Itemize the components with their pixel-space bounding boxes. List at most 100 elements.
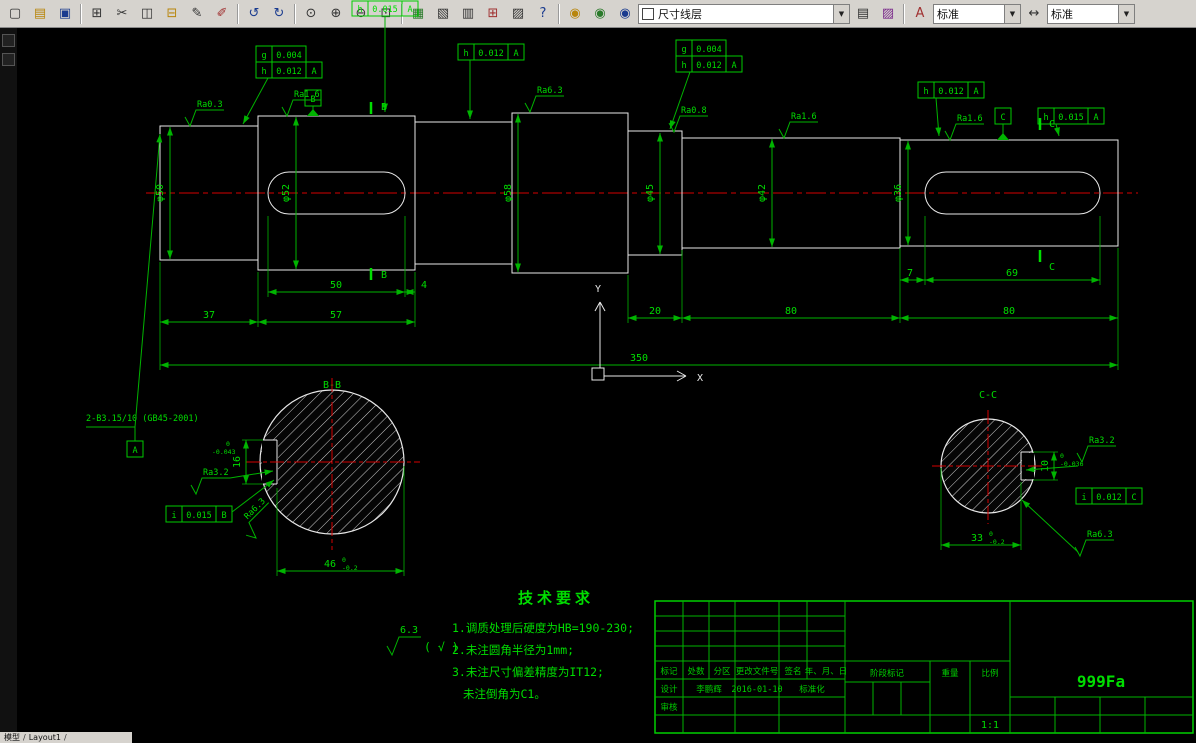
layout-tabs: 模型 / Layout1 / [0, 732, 132, 743]
tolerance-upper: 0 [1060, 452, 1064, 460]
gdt-value: 0.012 [1096, 493, 1122, 503]
roughness-label: Ra6.3 [537, 86, 563, 96]
tech-req-item: 2.未注圆角半径为1mm; [452, 643, 574, 657]
tolerance-lower: -0.2 [989, 538, 1005, 546]
center-hole-note: 2-B3.15/10 (GB45-2001) [86, 133, 199, 441]
gdt-datum: A [311, 67, 316, 77]
title-block: 标记 处数 分区 更改文件号 签名 年、月、日 设计 李鹏辉 2016-01-1… [654, 600, 1194, 734]
gdt-datum: B [221, 511, 226, 521]
ucs-icon: X Y [591, 284, 703, 384]
roughness-label: Ra1.6 [957, 114, 983, 124]
dim-dia-2: φ52 [281, 184, 292, 202]
section-mark-c: C [1049, 262, 1055, 273]
gdt-value: 0.015 [1058, 113, 1084, 123]
tb-date: 2016-01-10 [731, 685, 782, 695]
tb-stage-label: 阶段标记 [870, 668, 905, 679]
cad-window: ▢ ▤ ▣ ⊞ ✂ ◫ ⊟ ✎ ✐ ↺ ↻ ⊙ ⊕ ⊖ ⊡ ▦ ▧ ▥ ⊞ ▨ … [0, 0, 1196, 743]
gdt-symbol: g [261, 51, 266, 61]
dim-57: 57 [330, 310, 342, 321]
section-cc-width: 33 [971, 533, 983, 544]
tb-standardize: 标准化 [799, 684, 825, 695]
axis-y-label: Y [595, 284, 601, 295]
note-text: 2-B3.15/10 (GB45-2001) [86, 414, 199, 424]
gdt-datum: A [731, 61, 736, 71]
general-roughness-suffix: ( √ ) [424, 640, 459, 654]
tb-header: 分区 [713, 667, 731, 677]
tb-scale-value: 1:1 [981, 720, 999, 731]
dim-80a: 80 [785, 306, 797, 317]
datum-a: A [132, 446, 137, 456]
axis-x-label: X [697, 373, 703, 384]
general-roughness: 6.3 [400, 625, 418, 636]
tolerance-upper: 0 [226, 440, 230, 448]
roughness-label: Ra1.6 [791, 112, 817, 122]
gdt-symbol: i [1081, 493, 1086, 503]
dim-80b: 80 [1003, 306, 1015, 317]
tb-scale-label: 比例 [981, 668, 998, 679]
dim-37: 37 [203, 310, 215, 321]
gdt-datum: A [513, 49, 518, 59]
tb-designer: 李鹏辉 [696, 684, 722, 695]
gdt-datum: A [1093, 113, 1098, 123]
roughness-label: Ra0.3 [197, 100, 223, 110]
gdt-symbol: g [681, 45, 686, 55]
dim-dia-3: φ58 [503, 184, 514, 202]
tb-drawing-number: 999Fa [1077, 672, 1125, 691]
roughness-label: Ra3.2 [1089, 436, 1115, 446]
gdt-datum: A [973, 87, 978, 97]
gdt-value: 0.015 [372, 5, 398, 15]
tb-header: 处数 [687, 666, 705, 677]
dim-keyway-end: 4 [421, 280, 427, 291]
tech-req-title: 技术要求 [518, 589, 594, 607]
section-cut-marks: B B C C [369, 102, 1055, 281]
extension-lines [159, 216, 1119, 370]
tb-header: 标记 [660, 666, 678, 677]
gdt-symbol: i [171, 511, 176, 521]
tb-header: 更改文件号 [736, 666, 779, 677]
tb-header: 签名 [784, 666, 801, 677]
technical-requirements: 技术要求 1.调质处理后硬度为HB=190-230; 2.未注圆角半径为1mm;… [386, 589, 634, 701]
dimension-lines [160, 114, 1118, 368]
gdt-symbol: h [923, 87, 928, 97]
tolerance-lower: -0.043 [212, 448, 236, 456]
gdt-datum: A [407, 5, 412, 15]
dim-dia-4: φ45 [645, 184, 656, 202]
gdt-value: 0.012 [276, 67, 302, 77]
gdt-symbol: h [1043, 113, 1048, 123]
gdt-datum: C [1131, 493, 1136, 503]
section-mark-b: B [381, 270, 387, 281]
section-bb: B-B 46 0 -0.2 16 0 -0.043 Ra3.2 i 0.015 … [165, 378, 420, 576]
section-cc: C-C 33 0 -0.2 10 0 -0.036 Ra3.2 i 0.012 … [932, 390, 1143, 558]
gdt-value: 0.004 [696, 45, 722, 55]
drawing-canvas[interactable]: 50 4 37 57 20 80 80 350 7 69 φ50 φ52 φ58… [0, 0, 1196, 743]
tolerance-upper: 0 [342, 556, 346, 564]
tolerance-lower: -0.2 [342, 564, 358, 572]
tab-separator: / [23, 733, 26, 742]
tb-header: 年、月、日 [805, 666, 848, 677]
tech-req-item: 未注倒角为C1。 [463, 687, 546, 701]
dim-7: 7 [907, 268, 913, 279]
roughness-label: Ra0.8 [681, 106, 707, 116]
gdt-symbol: h [261, 67, 266, 77]
tolerance-upper: 0 [989, 530, 993, 538]
gdt-value: 0.012 [938, 87, 964, 97]
gdt-symbol: h [681, 61, 686, 71]
tb-design-label: 设计 [660, 684, 678, 695]
tb-weight-label: 重量 [941, 668, 959, 679]
section-cc-title: C-C [979, 390, 997, 401]
section-mark-c: C [1049, 119, 1055, 130]
tab-layout1[interactable]: Layout1 [29, 733, 61, 742]
tab-separator: / [64, 733, 67, 742]
gdt-value: 0.015 [186, 511, 212, 521]
dim-dia-6: φ36 [893, 184, 904, 202]
gdt-symbol: h [357, 5, 362, 15]
roughness-label: Ra3.2 [203, 468, 229, 478]
roughness-label: Ra6.3 [243, 497, 268, 522]
tech-req-item: 1.调质处理后硬度为HB=190-230; [452, 621, 634, 635]
dim-dia-5: φ42 [757, 184, 768, 202]
section-cc-depth: 10 [1040, 460, 1051, 472]
dim-keyway-length: 50 [330, 280, 342, 291]
tab-model[interactable]: 模型 [4, 732, 20, 743]
gdt-value: 0.012 [696, 61, 722, 71]
section-mark-b: B [381, 102, 387, 113]
